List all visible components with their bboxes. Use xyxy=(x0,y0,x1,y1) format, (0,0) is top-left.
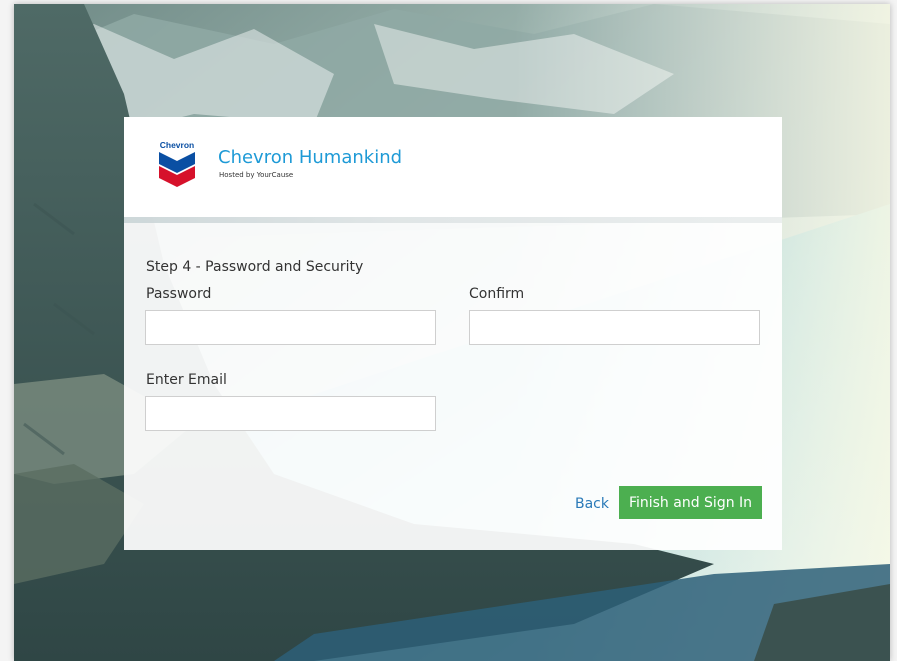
email-label: Enter Email xyxy=(146,372,227,388)
step-title: Step 4 - Password and Security xyxy=(146,259,364,275)
card-header: Chevron Chevron Humankind Hosted by Your… xyxy=(124,117,782,217)
svg-text:Chevron: Chevron xyxy=(160,140,194,150)
back-link[interactable]: Back xyxy=(575,496,609,512)
chevron-logo: Chevron xyxy=(159,140,195,187)
header-divider xyxy=(124,217,782,223)
email-input[interactable] xyxy=(145,396,436,431)
password-label: Password xyxy=(146,286,212,302)
confirm-password-input[interactable] xyxy=(469,310,760,345)
confirm-label: Confirm xyxy=(469,286,525,302)
finish-and-sign-in-button[interactable]: Finish and Sign In xyxy=(619,486,762,519)
signup-card: Chevron Chevron Humankind Hosted by Your… xyxy=(124,117,782,550)
brand-subtitle: Hosted by YourCause xyxy=(219,171,294,179)
browser-viewport: Chevron Chevron Humankind Hosted by Your… xyxy=(14,4,890,661)
password-input[interactable] xyxy=(145,310,436,345)
brand-title: Chevron Humankind xyxy=(218,147,403,168)
